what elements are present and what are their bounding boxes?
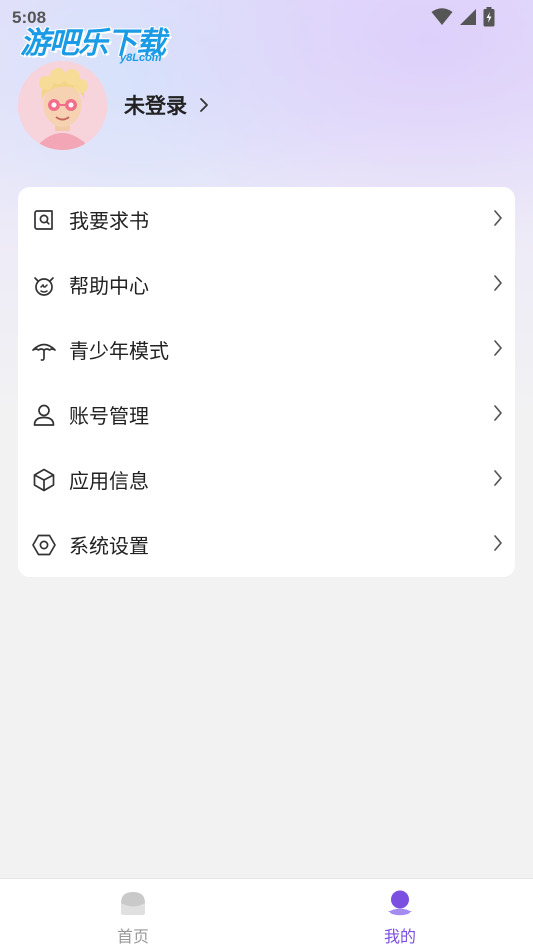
avatar-illustration [18,60,107,150]
chevron-right-icon [200,98,208,112]
menu-item-app-info[interactable]: 应用信息 [18,447,515,512]
menu-item-help-center[interactable]: 帮助中心 [18,252,515,317]
menu-item-label: 应用信息 [69,469,149,493]
profile-login-row[interactable]: 未登录 [18,60,318,150]
settings-hexagon-icon [31,532,57,558]
menu-item-label: 系统设置 [69,534,149,558]
chevron-right-icon [494,535,502,551]
menu-item-label: 账号管理 [69,404,149,428]
menu-item-label: 青少年模式 [69,339,169,363]
avatar[interactable] [18,60,107,150]
tab-mine[interactable]: 我的 [340,879,460,948]
menu-card: 我要求书 帮助中心 青少年模式 账号管理 应用信息 系统设置 [18,187,515,577]
wifi-icon [431,8,453,25]
profile-icon [388,890,412,916]
chevron-right-icon [494,470,502,486]
status-icons [431,7,495,27]
user-icon [31,402,57,428]
help-robot-icon [31,272,57,298]
umbrella-icon [31,337,57,363]
battery-icon [483,7,495,27]
menu-item-account-management[interactable]: 账号管理 [18,382,515,447]
menu-item-label: 帮助中心 [69,274,149,298]
cube-icon [31,467,57,493]
bottom-tab-bar: 首页 我的 [0,878,533,948]
menu-item-system-settings[interactable]: 系统设置 [18,512,515,577]
menu-item-youth-mode[interactable]: 青少年模式 [18,317,515,382]
chevron-right-icon [494,210,502,226]
tab-home-label: 首页 [116,927,149,946]
chevron-right-icon [494,340,502,356]
chevron-right-icon [494,275,502,291]
home-icon [121,892,145,915]
menu-item-book-request[interactable]: 我要求书 [18,187,515,252]
book-search-icon [31,207,57,233]
login-prompt[interactable]: 未登录 [124,90,187,120]
tab-home[interactable]: 首页 [73,879,193,948]
signal-icon [460,9,476,25]
menu-item-label: 我要求书 [69,209,149,233]
tab-mine-label: 我的 [383,927,416,946]
chevron-right-icon [494,405,502,421]
